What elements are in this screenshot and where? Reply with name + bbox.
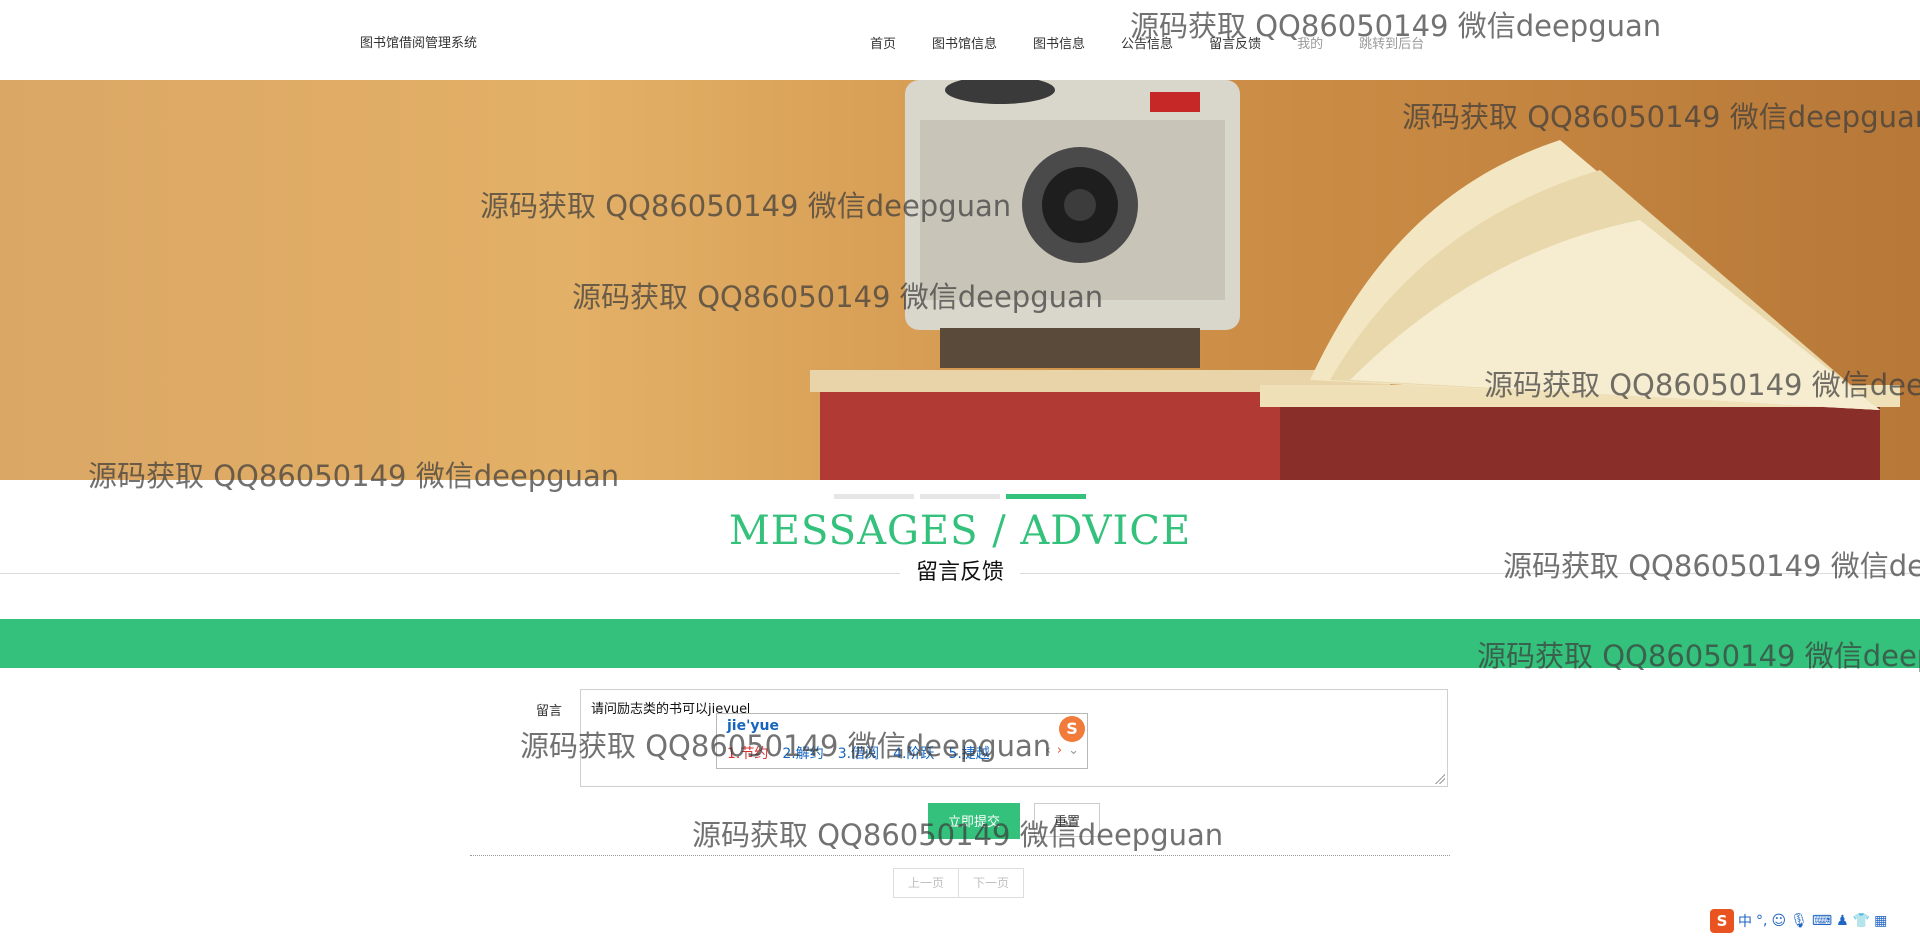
- section-title-en: MESSAGES / ADVICE: [728, 508, 1192, 554]
- section-title-cn: 留言反馈: [915, 560, 1004, 585]
- nav-mine[interactable]: 我的: [1297, 33, 1323, 52]
- nav-home[interactable]: 首页: [870, 33, 896, 52]
- message-label: 留言: [536, 704, 563, 719]
- reset-button[interactable]: 重置: [1034, 803, 1100, 837]
- camera-icon: [905, 80, 1240, 368]
- nav-library-info[interactable]: 图书馆信息: [932, 33, 997, 52]
- ime-candidates: 1.节约 2.解约 3.借阅 4.阶跃 5.捷越: [727, 743, 1004, 763]
- title-indicator: [834, 494, 1092, 499]
- submit-button[interactable]: 立即提交: [928, 803, 1020, 839]
- section-title-cn-wrap: 留言反馈: [900, 557, 1020, 589]
- site-title[interactable]: 图书馆借阅管理系统: [360, 32, 477, 51]
- shirt-icon[interactable]: 👕: [1853, 913, 1870, 929]
- banner-illustration: [810, 80, 1900, 480]
- chevron-left-icon[interactable]: ‹: [1046, 743, 1051, 758]
- ime-pinyin: jie'yue: [727, 718, 779, 734]
- emoji-icon[interactable]: ☺: [1771, 913, 1786, 929]
- green-strip: [0, 619, 1920, 668]
- nav-backend[interactable]: 跳转到后台: [1359, 33, 1424, 52]
- indicator-bar: [834, 494, 914, 499]
- next-page-button[interactable]: 下一页: [958, 868, 1024, 898]
- lang-toggle[interactable]: 中: [1738, 911, 1752, 931]
- grid-icon[interactable]: ▦: [1874, 913, 1887, 929]
- nav-announcements[interactable]: 公告信息: [1121, 33, 1173, 52]
- ime-candidate[interactable]: 5.捷越: [948, 743, 989, 763]
- open-book-icon: [1310, 140, 1880, 410]
- mic-icon[interactable]: 🎙: [1790, 913, 1808, 929]
- main-nav: 首页 图书馆信息 图书信息 公告信息 留言反馈 我的 跳转到后台: [870, 32, 1460, 52]
- indicator-bar-active: [1006, 494, 1086, 499]
- punct-toggle[interactable]: °,: [1756, 913, 1767, 929]
- sogou-logo-icon: S: [1059, 716, 1085, 742]
- user-icon[interactable]: ♟: [1836, 913, 1849, 929]
- nav-feedback[interactable]: 留言反馈: [1209, 33, 1261, 52]
- ime-toolbar: S 中 °, ☺ 🎙 ⌨ ♟ 👕 ▦: [1710, 909, 1887, 933]
- form-divider: [470, 855, 1450, 856]
- pagination: 上一页 下一页: [893, 868, 1024, 898]
- chevron-right-icon[interactable]: ›: [1057, 743, 1062, 758]
- chevron-down-icon[interactable]: ⌄: [1068, 743, 1079, 758]
- indicator-bar: [920, 494, 1000, 499]
- ime-paging: ‹ › ⌄: [1046, 743, 1079, 758]
- ime-candidate[interactable]: 3.借阅: [838, 743, 879, 763]
- prev-page-button[interactable]: 上一页: [893, 868, 959, 898]
- nav-book-info[interactable]: 图书信息: [1033, 33, 1085, 52]
- sogou-tray-icon[interactable]: S: [1710, 909, 1734, 933]
- ime-candidate[interactable]: 4.阶跃: [893, 743, 934, 763]
- hero-banner: [0, 80, 1920, 480]
- keyboard-icon[interactable]: ⌨: [1812, 913, 1832, 929]
- resize-grip-icon[interactable]: [1435, 774, 1445, 784]
- ime-candidate[interactable]: 2.解约: [782, 743, 823, 763]
- top-header: 图书馆借阅管理系统 首页 图书馆信息 图书信息 公告信息 留言反馈 我的 跳转到…: [0, 0, 1920, 80]
- ime-candidate-popup: jie'yue 1.节约 2.解约 3.借阅 4.阶跃 5.捷越 ‹ › ⌄ S: [716, 713, 1088, 769]
- ime-candidate[interactable]: 1.节约: [727, 743, 768, 763]
